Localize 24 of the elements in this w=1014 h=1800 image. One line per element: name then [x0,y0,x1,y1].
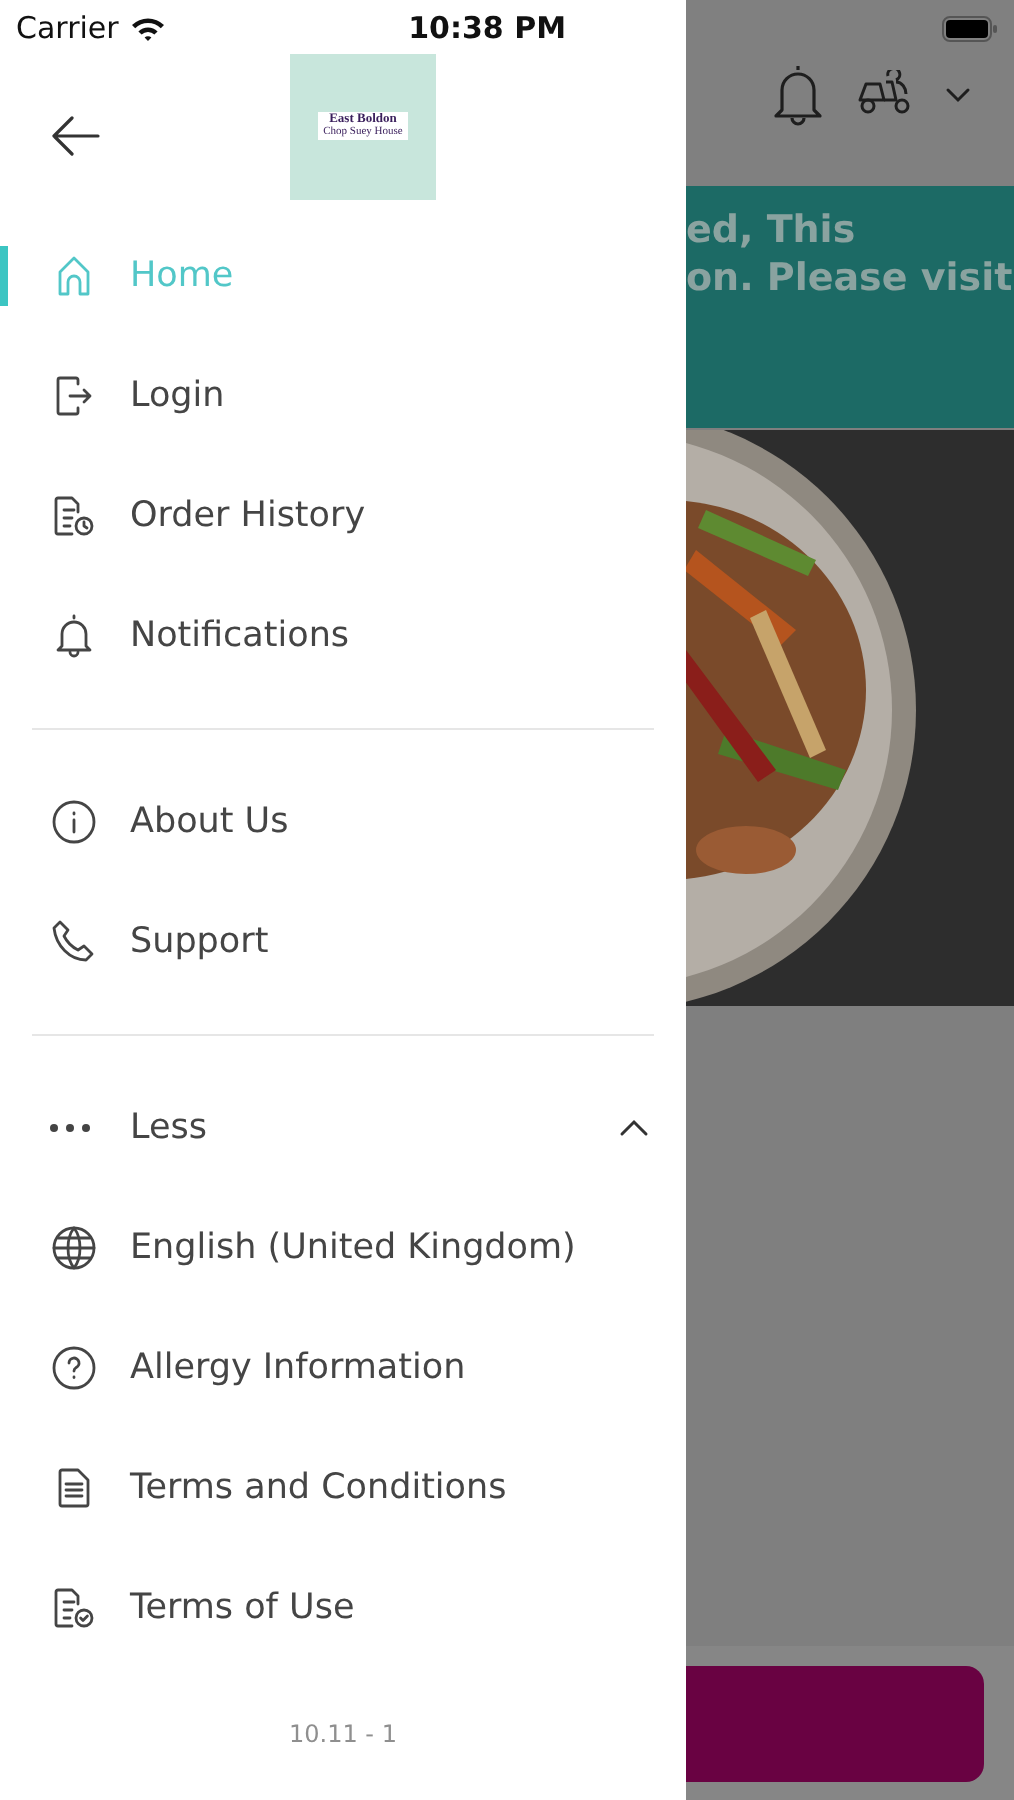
less-toggle[interactable]: Less [0,1068,686,1188]
globe-icon [48,1222,100,1274]
version-label: 10.11 - 1 [289,1718,397,1752]
menu-item[interactable]: English (United Kingdom) [0,1188,576,1308]
back-arrow-icon [50,116,102,156]
banner-text: ed, This [686,206,856,254]
active-indicator [0,246,8,306]
menu-item[interactable]: Terms and Conditions [0,1428,507,1548]
help-icon [48,1342,100,1394]
menu-item[interactable]: About Us [0,762,289,882]
wifi-icon [130,15,167,41]
info-icon [48,796,100,848]
menu-item[interactable]: Support [0,882,269,1002]
banner-text: on. Please visit [686,254,1013,302]
menu-item[interactable]: Terms of Use [0,1548,355,1668]
menu-item[interactable]: Allergy Information [0,1308,466,1428]
menu-item[interactable]: Notifications [0,576,350,696]
menu-item[interactable]: Order History [0,456,366,576]
chevron-icon [618,1118,650,1138]
chevron-down-icon[interactable] [944,85,972,103]
menu-item[interactable]: Login [0,336,225,456]
battery-icon [942,15,998,41]
carrier-label: Carrier [16,7,119,50]
clock-time: 10:38 PM [408,7,566,50]
